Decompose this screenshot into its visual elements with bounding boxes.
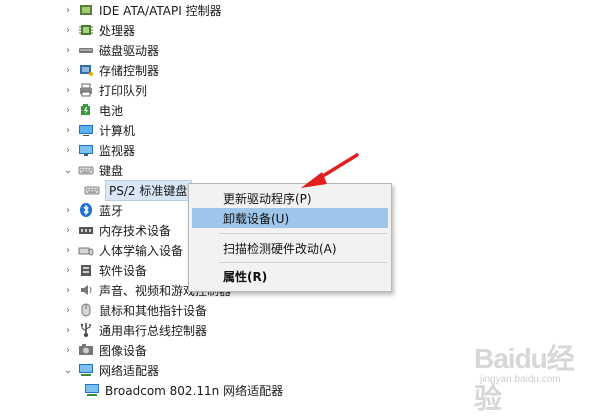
processor-icon [78,22,94,38]
chevron-right-icon[interactable]: › [62,244,74,256]
tree-item[interactable]: › 图像设备 [62,340,147,360]
tree-item[interactable]: ⌄ 网络适配器 [62,360,159,380]
chevron-right-icon[interactable]: › [62,324,74,336]
tree-item[interactable]: › 监视器 [62,140,135,160]
menu-item-update-driver-label: 更新驱动程序(P) [223,191,312,206]
ide-controller-icon [78,2,94,18]
tree-item[interactable]: › 处理器 [62,20,135,40]
watermark: Baidu经验 jingyan.baidu.com [474,337,584,414]
tree-item[interactable]: › 计算机 [62,120,135,140]
chevron-right-icon[interactable]: › [62,344,74,356]
bluetooth-icon [78,202,94,218]
tree-item[interactable]: PS/2 标准键盘 [80,179,193,201]
tree-item-label: 图像设备 [99,343,148,358]
menu-separator [219,262,387,263]
tree-item[interactable]: › 通用串行总线控制器 [62,320,207,340]
chevron-right-icon[interactable]: › [62,64,74,76]
menu-item-scan-hardware-label: 扫描检测硬件改动(A) [223,241,337,256]
tree-item-label: 内存技术设备 [99,223,172,238]
menu-separator [219,233,387,234]
chevron-right-icon[interactable]: › [62,284,74,296]
tree-item[interactable]: › 人体学输入设备 [62,240,183,260]
usb-icon [78,322,94,338]
menu-item-properties[interactable]: 属性(R) [192,266,388,286]
chevron-right-icon[interactable]: › [62,204,74,216]
chevron-right-icon[interactable]: › [62,104,74,116]
tree-item-label: Broadcom 802.11n 网络适配器 [105,383,284,398]
tree-item[interactable]: › 电池 [62,100,123,120]
tree-item-label: 监视器 [99,143,136,158]
tree-item-label: PS/2 标准键盘 [105,179,193,201]
tree-item-label: 处理器 [99,23,136,38]
chevron-right-icon[interactable]: › [62,144,74,156]
tree-item-label: 键盘 [99,163,124,178]
camera-icon [78,342,94,358]
tree-item[interactable]: ⌄ 键盘 [62,160,123,180]
tree-item-label: 通用串行总线控制器 [99,323,208,338]
tree-item-label: 打印队列 [99,83,148,98]
menu-item-properties-label: 属性(R) [223,269,268,284]
tree-item-label: 计算机 [99,123,136,138]
chevron-right-icon[interactable]: › [62,4,74,16]
chevron-right-icon[interactable]: › [62,84,74,96]
chevron-down-icon[interactable]: ⌄ [62,364,74,376]
context-menu: 更新驱动程序(P) 卸载设备(U) 扫描检测硬件改动(A) 属性(R) [188,183,392,292]
chevron-right-icon[interactable]: › [62,264,74,276]
tree-item[interactable]: › 软件设备 [62,260,147,280]
tree-item-label: 网络适配器 [99,363,160,378]
chevron-down-icon[interactable]: ⌄ [62,164,74,176]
tree-item[interactable]: › 鼠标和其他指针设备 [62,300,207,320]
speaker-icon [78,282,94,298]
keyboard-icon [84,182,100,198]
tree-item-label: 人体学输入设备 [99,243,184,258]
chevron-right-icon[interactable]: › [62,44,74,56]
disk-drive-icon [78,42,94,58]
chevron-right-icon[interactable]: › [62,24,74,36]
chevron-right-icon[interactable]: › [62,224,74,236]
menu-item-uninstall-device[interactable]: 卸载设备(U) [192,208,388,228]
storage-controller-icon [78,62,94,78]
tree-item[interactable]: › 蓝牙 [62,200,123,220]
tree-item[interactable]: › 磁盘驱动器 [62,40,159,60]
chevron-right-icon[interactable]: › [62,304,74,316]
memory-icon [78,222,94,238]
watermark-url: jingyan.baidu.com [480,374,561,385]
menu-item-scan-hardware[interactable]: 扫描检测硬件改动(A) [192,238,388,258]
menu-item-update-driver[interactable]: 更新驱动程序(P) [192,188,388,208]
monitor-icon [78,142,94,158]
network-adapter-icon [84,382,100,398]
tree-item-label: 磁盘驱动器 [99,43,160,58]
tree-item[interactable]: › 内存技术设备 [62,220,171,240]
computer-icon [78,122,94,138]
printer-icon [78,82,94,98]
tree-item[interactable]: Broadcom 802.11n 网络适配器 [80,380,283,400]
tree-item[interactable]: › IDE ATA/ATAPI 控制器 [62,0,222,20]
mouse-icon [78,302,94,318]
menu-item-uninstall-device-label: 卸载设备(U) [223,211,290,226]
hid-icon [78,242,94,258]
tree-item[interactable]: › 打印队列 [62,80,147,100]
software-device-icon [78,262,94,278]
tree-item[interactable]: › 存储控制器 [62,60,159,80]
network-adapter-icon [78,362,94,378]
tree-item-label: 存储控制器 [99,63,160,78]
tree-item-label: IDE ATA/ATAPI 控制器 [99,3,222,18]
tree-item-label: 软件设备 [99,263,148,278]
battery-icon [78,102,94,118]
keyboard-icon [78,162,94,178]
tree-item-label: 鼠标和其他指针设备 [99,303,208,318]
tree-item-label: 蓝牙 [99,203,124,218]
chevron-right-icon[interactable]: › [62,124,74,136]
tree-item-label: 电池 [99,103,124,118]
